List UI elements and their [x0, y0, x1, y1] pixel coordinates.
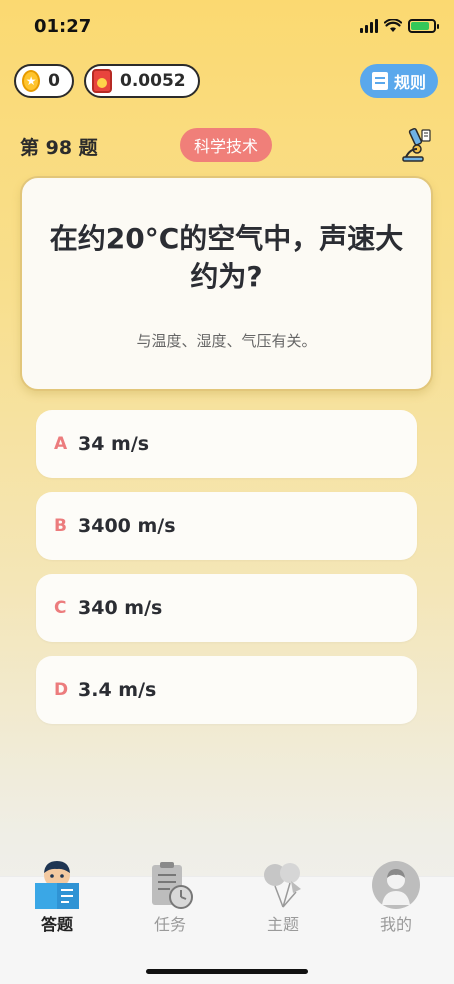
task-clipboard-icon: [152, 862, 193, 909]
option-b[interactable]: B 3400 m/s: [36, 492, 417, 560]
status-time: 01:27: [34, 16, 92, 37]
balloons-icon: [264, 863, 301, 908]
status-icons: [360, 19, 439, 33]
option-c[interactable]: C 340 m/s: [36, 574, 417, 642]
tab-profile[interactable]: 我的: [356, 861, 436, 935]
option-letter: A: [54, 434, 68, 454]
rules-button[interactable]: 规则: [359, 64, 438, 98]
coin-count: 0: [48, 71, 60, 91]
tab-themes[interactable]: 主题: [243, 863, 323, 935]
option-text: 340 m/s: [78, 597, 163, 619]
reading-kid-icon: [35, 861, 79, 909]
redpacket-amount: 0.0052: [120, 71, 186, 91]
document-icon: [371, 72, 388, 90]
avatar-icon: [372, 861, 420, 909]
question-text: 在约20°C的空气中，声速大约为?: [49, 222, 404, 293]
option-letter: B: [54, 516, 67, 536]
status-bar: 01:27: [0, 0, 454, 56]
battery-icon: [408, 19, 439, 33]
red-packet-icon: [92, 69, 112, 93]
question-hint: 与温度、湿度、气压有关。: [136, 332, 317, 350]
redpacket-balance[interactable]: 0.0052: [84, 64, 200, 98]
signal-icon: [360, 19, 378, 33]
tab-label: 任务: [153, 915, 186, 934]
coin-icon: ★: [22, 70, 41, 92]
option-d[interactable]: D 3.4 m/s: [36, 656, 417, 724]
option-text: 34 m/s: [78, 433, 150, 455]
bottom-tab-bar: 答题 任务 主题 我的: [0, 861, 454, 984]
option-text: 3400 m/s: [78, 515, 176, 537]
microscope-icon[interactable]: [400, 127, 432, 163]
tab-answer[interactable]: 答题: [17, 861, 97, 935]
option-a[interactable]: A 34 m/s: [36, 410, 417, 478]
tab-label: 主题: [266, 915, 299, 934]
option-text: 3.4 m/s: [78, 679, 157, 701]
coin-balance[interactable]: ★ 0: [14, 64, 74, 98]
tab-label: 答题: [40, 915, 73, 934]
category-badge: 科学技术: [180, 128, 273, 162]
tab-label: 我的: [379, 915, 412, 934]
tab-tasks[interactable]: 任务: [130, 862, 210, 935]
rules-label: 规则: [393, 73, 426, 92]
home-indicator: [146, 969, 308, 974]
wifi-icon: [384, 19, 402, 32]
option-letter: C: [54, 598, 67, 618]
option-letter: D: [54, 680, 69, 700]
question-card: 在约20°C的空气中，声速大约为? 与温度、湿度、气压有关。: [20, 176, 433, 391]
question-number: 第 98 题: [20, 137, 98, 159]
